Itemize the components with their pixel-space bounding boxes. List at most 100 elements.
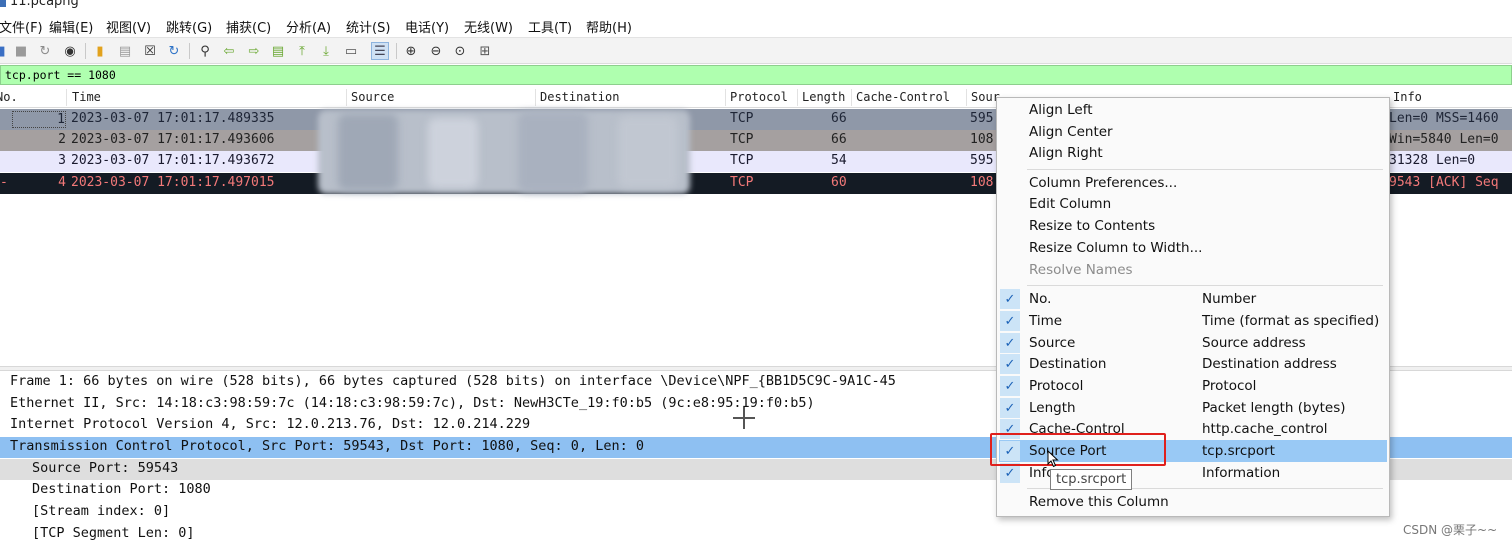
column-divider[interactable] bbox=[797, 89, 798, 106]
column-divider[interactable] bbox=[535, 89, 536, 106]
menu-edit[interactable]: 编辑(E) bbox=[49, 17, 93, 36]
colorize-icon[interactable]: ☰ bbox=[371, 42, 389, 60]
packet-number: 2 bbox=[58, 132, 66, 147]
column-header-cache-control[interactable]: Cache-Control bbox=[856, 90, 950, 104]
menu-column-preferences[interactable]: Column Preferences... bbox=[1029, 175, 1177, 191]
column-divider[interactable] bbox=[346, 89, 347, 106]
packet-number: 1 bbox=[12, 111, 66, 128]
toolbar-separator bbox=[396, 43, 397, 59]
menu-bar: 文件(F) 编辑(E) 视图(V) 跳转(G) 捕获(C) 分析(A) 统计(S… bbox=[0, 14, 1512, 36]
column-header-time[interactable]: Time bbox=[72, 90, 101, 104]
packet-time: 2023-03-07 17:01:17.497015 bbox=[71, 175, 275, 190]
menu-statistics[interactable]: 统计(S) bbox=[346, 17, 390, 36]
packet-time: 2023-03-07 17:01:17.489335 bbox=[71, 111, 275, 126]
details-segment-len: [TCP Segment Len: 0] bbox=[32, 525, 195, 541]
details-ethernet: Ethernet II, Src: 14:18:c3:98:59:7c (14:… bbox=[10, 395, 815, 411]
packet-marker: - bbox=[0, 175, 8, 190]
menu-tools[interactable]: 工具(T) bbox=[528, 17, 572, 36]
start-capture-icon[interactable]: ▮ bbox=[0, 42, 11, 60]
go-first-icon[interactable]: ⤒ bbox=[293, 42, 311, 60]
menu-align-center[interactable]: Align Center bbox=[1029, 124, 1113, 140]
menu-separator bbox=[1027, 169, 1383, 170]
menu-telephony[interactable]: 电话(Y) bbox=[405, 17, 449, 36]
column-header-source[interactable]: Source bbox=[351, 90, 394, 104]
column-header-length[interactable]: Length bbox=[802, 90, 845, 104]
packet-time: 2023-03-07 17:01:17.493606 bbox=[71, 132, 275, 147]
check-icon: ✓ bbox=[1000, 354, 1020, 374]
details-source-port: Source Port: 59543 bbox=[32, 460, 179, 476]
menu-resize-column-to-width[interactable]: Resize Column to Width... bbox=[1029, 240, 1202, 256]
menu-column-cache-control-desc: http.cache_control bbox=[1202, 421, 1328, 437]
column-divider[interactable] bbox=[725, 89, 726, 106]
menu-file[interactable]: 文件(F) bbox=[0, 17, 43, 36]
menu-column-destination[interactable]: Destination bbox=[1029, 356, 1106, 372]
packet-info: Win=5840 Len=0 bbox=[1389, 132, 1499, 147]
menu-wireless[interactable]: 无线(W) bbox=[464, 17, 513, 36]
details-tree-item[interactable]: [TCP Segment Len: 0] bbox=[0, 524, 1512, 544]
column-divider[interactable] bbox=[851, 89, 852, 106]
menu-analyze[interactable]: 分析(A) bbox=[286, 17, 331, 36]
packet-source-port: 108 bbox=[970, 175, 994, 190]
go-last-icon[interactable]: ⤓ bbox=[317, 42, 335, 60]
go-forward-icon[interactable]: ⇨ bbox=[245, 42, 263, 60]
menu-go[interactable]: 跳转(G) bbox=[166, 17, 212, 36]
check-icon: ✓ bbox=[1000, 333, 1020, 353]
redacted-addresses bbox=[318, 108, 690, 196]
menu-remove-column[interactable]: Remove this Column bbox=[1029, 494, 1169, 510]
menu-help[interactable]: 帮助(H) bbox=[586, 17, 632, 36]
menu-align-right[interactable]: Align Right bbox=[1029, 145, 1103, 161]
menu-align-left[interactable]: Align Left bbox=[1029, 102, 1093, 118]
toolbar-separator bbox=[189, 43, 190, 59]
go-back-icon[interactable]: ⇦ bbox=[220, 42, 238, 60]
display-filter-input[interactable] bbox=[5, 67, 1005, 83]
menu-view[interactable]: 视图(V) bbox=[106, 17, 151, 36]
column-divider[interactable] bbox=[66, 89, 67, 106]
menu-edit-column[interactable]: Edit Column bbox=[1029, 196, 1111, 212]
menu-resolve-names: Resolve Names bbox=[1029, 262, 1133, 278]
menu-separator bbox=[1027, 285, 1383, 286]
packet-info: Len=0 MSS=1460 bbox=[1389, 111, 1499, 126]
packet-length: 66 bbox=[831, 132, 847, 147]
column-header-destination[interactable]: Destination bbox=[540, 90, 619, 104]
capture-options-icon[interactable]: ◉ bbox=[61, 42, 79, 60]
packet-length: 60 bbox=[831, 175, 847, 190]
menu-column-source-port-desc: tcp.srcport bbox=[1202, 443, 1275, 459]
move-cursor-icon bbox=[733, 407, 755, 429]
reload-file-icon[interactable]: ↻ bbox=[165, 42, 183, 60]
column-header-protocol[interactable]: Protocol bbox=[730, 90, 788, 104]
menu-resize-to-contents[interactable]: Resize to Contents bbox=[1029, 218, 1155, 234]
window-title-bar: 11.pcapng bbox=[0, 0, 1512, 12]
open-file-icon[interactable]: ▮ bbox=[91, 42, 109, 60]
save-file-icon[interactable]: ▤ bbox=[116, 42, 134, 60]
menu-column-protocol[interactable]: Protocol bbox=[1029, 378, 1083, 394]
zoom-in-icon[interactable]: ⊕ bbox=[402, 42, 420, 60]
column-header-info[interactable]: Info bbox=[1393, 90, 1422, 104]
menu-capture[interactable]: 捕获(C) bbox=[226, 17, 271, 36]
menu-column-source-desc: Source address bbox=[1202, 335, 1306, 351]
menu-column-source[interactable]: Source bbox=[1029, 335, 1075, 351]
find-packet-icon[interactable]: ⚲ bbox=[196, 42, 214, 60]
main-toolbar: ▮ ■ ↻ ◉ ▮ ▤ ☒ ↻ ⚲ ⇦ ⇨ ▤ ⤒ ⤓ ▭ ☰ ⊕ ⊖ ⊙ ⊞ bbox=[0, 37, 1512, 64]
menu-column-time[interactable]: Time bbox=[1029, 313, 1062, 329]
close-file-icon[interactable]: ☒ bbox=[141, 42, 159, 60]
check-icon: ✓ bbox=[1000, 311, 1020, 331]
menu-column-length[interactable]: Length bbox=[1029, 400, 1076, 416]
autoscroll-icon[interactable]: ▭ bbox=[342, 42, 360, 60]
annotation-highlight-box bbox=[990, 433, 1166, 466]
column-divider[interactable] bbox=[966, 89, 967, 106]
stop-capture-icon[interactable]: ■ bbox=[12, 42, 30, 60]
column-header-no[interactable]: No. bbox=[0, 90, 18, 104]
packet-protocol: TCP bbox=[730, 175, 754, 190]
details-stream-index: [Stream index: 0] bbox=[32, 503, 171, 519]
zoom-normal-icon[interactable]: ⊙ bbox=[451, 42, 469, 60]
details-destination-port: Destination Port: 1080 bbox=[32, 481, 211, 497]
zoom-out-icon[interactable]: ⊖ bbox=[427, 42, 445, 60]
go-to-packet-icon[interactable]: ▤ bbox=[269, 42, 287, 60]
check-icon: ✓ bbox=[1000, 289, 1020, 309]
restart-capture-icon[interactable]: ↻ bbox=[36, 42, 54, 60]
menu-column-no[interactable]: No. bbox=[1029, 291, 1051, 307]
packet-source-port: 108 bbox=[970, 132, 994, 147]
details-tcp: Transmission Control Protocol, Src Port:… bbox=[10, 438, 644, 454]
packet-protocol: TCP bbox=[730, 132, 754, 147]
resize-columns-icon[interactable]: ⊞ bbox=[476, 42, 494, 60]
